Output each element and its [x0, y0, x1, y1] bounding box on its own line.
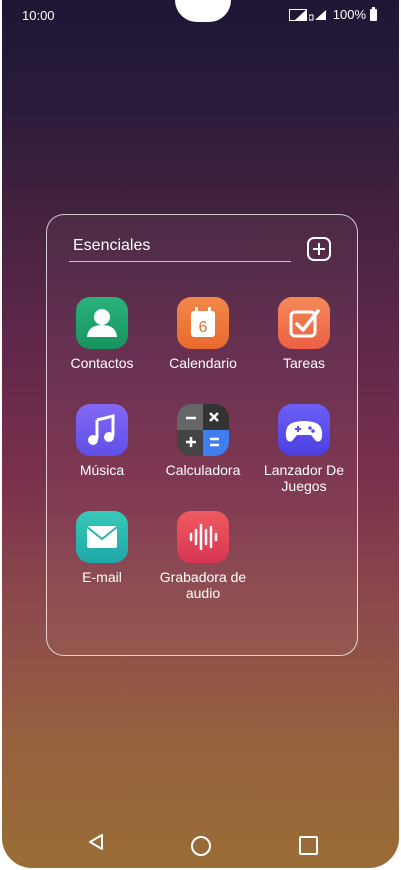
- audio-recorder-icon: [177, 511, 229, 563]
- app-label: Calendario: [169, 355, 237, 371]
- folder-title-underline: [69, 261, 291, 262]
- folder-title[interactable]: Esenciales: [73, 237, 150, 255]
- battery-icon: [370, 6, 377, 21]
- app-label: Contactos: [70, 355, 134, 371]
- app-folder: Esenciales Contactos 6 Calendario Tareas: [46, 214, 358, 656]
- app-grabadora-de-audio[interactable]: Grabadora de audio: [153, 511, 253, 601]
- contacts-icon: [76, 297, 128, 349]
- game-launcher-icon: [278, 404, 330, 456]
- music-icon: [76, 404, 128, 456]
- add-app-button[interactable]: [307, 237, 331, 261]
- back-icon[interactable]: [86, 832, 106, 852]
- app-calendario[interactable]: 6 Calendario: [153, 297, 253, 371]
- app-contactos[interactable]: Contactos: [52, 297, 152, 371]
- calculator-icon: [177, 404, 229, 456]
- app-musica[interactable]: Música: [52, 404, 152, 478]
- app-label: Calculadora: [165, 462, 241, 478]
- battery-percent: 100%: [332, 7, 366, 22]
- app-lanzador-de-juegos[interactable]: Lanzador De Juegos: [254, 404, 354, 494]
- calendar-day: 6: [199, 319, 208, 336]
- app-label: Tareas: [282, 355, 326, 371]
- navigation-bar: [2, 820, 399, 868]
- app-tareas[interactable]: Tareas: [254, 297, 354, 371]
- app-label: Música: [79, 462, 125, 478]
- app-email[interactable]: E-mail: [52, 511, 152, 585]
- app-label: Grabadora de audio: [159, 569, 247, 601]
- status-time: 10:00: [22, 8, 55, 23]
- status-icons: 100%: [288, 6, 377, 22]
- tasks-icon: [278, 297, 330, 349]
- recent-apps-button[interactable]: [299, 836, 318, 855]
- app-calculadora[interactable]: Calculadora: [153, 404, 253, 478]
- calendar-icon: 6: [177, 297, 229, 349]
- phone-screen: 10:00 100% Esenciales Contactos 6 Calend…: [2, 0, 399, 868]
- home-button[interactable]: [191, 836, 211, 856]
- app-label: E-mail: [82, 569, 122, 585]
- app-label: Lanzador De Juegos: [263, 462, 345, 494]
- signal-icon: [288, 8, 307, 21]
- signal-icon-2: [308, 9, 326, 21]
- status-bar: 10:00 100%: [2, 0, 399, 32]
- email-icon: [76, 511, 128, 563]
